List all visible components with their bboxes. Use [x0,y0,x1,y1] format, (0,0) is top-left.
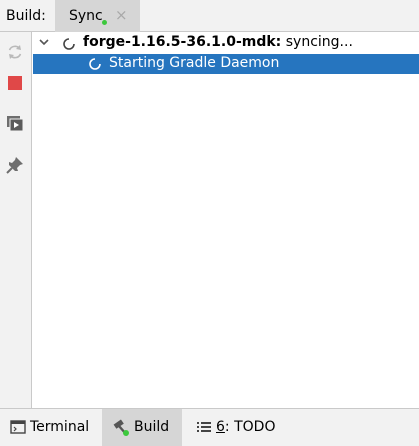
build-tree: forge-1.16.5-36.1.0-mdk: syncing... Star… [33,32,419,408]
tab-todo[interactable]: 6: TODO [186,409,286,446]
tab-terminal-label: Terminal [30,419,90,435]
pin-icon[interactable] [5,155,25,175]
spinner-icon [87,56,103,76]
tab-build-label: Build [134,419,170,435]
close-icon[interactable]: × [115,6,128,24]
tab-terminal[interactable]: Terminal [0,409,100,446]
child-label: Starting Gradle Daemon [109,55,280,71]
tab-sync[interactable]: Sync × [55,0,140,32]
tree-row-child-selected[interactable]: Starting Gradle Daemon [33,54,419,74]
hammer-icon [112,419,130,441]
list-icon [196,419,212,439]
root-label: forge-1.16.5-36.1.0-mdk: syncing... [83,34,353,50]
spinner-icon [61,36,77,56]
sync-status-dot [102,20,107,25]
tab-todo-label: 6: TODO [216,419,275,435]
chevron-down-icon[interactable] [38,36,50,52]
left-toolbar [0,32,32,408]
tab-sync-label: Sync [69,8,103,24]
tree-row-root[interactable]: forge-1.16.5-36.1.0-mdk: syncing... [33,32,419,54]
build-label: Build: [6,8,46,24]
sync-status-text: syncing... [281,34,353,50]
bottom-tool-bar: Terminal Build 6: TODO [0,408,419,446]
build-tool-window-header: Build: Sync × [0,0,419,32]
project-name: forge-1.16.5-36.1.0-mdk: [83,34,282,50]
refresh-icon[interactable] [5,42,25,62]
stop-icon[interactable] [5,73,25,93]
tab-todo-text: : TODO [224,419,276,435]
tab-build[interactable]: Build [102,409,182,446]
terminal-icon [10,419,26,439]
console-icon[interactable] [5,114,25,134]
tab-todo-mnemonic: 6 [216,419,225,435]
